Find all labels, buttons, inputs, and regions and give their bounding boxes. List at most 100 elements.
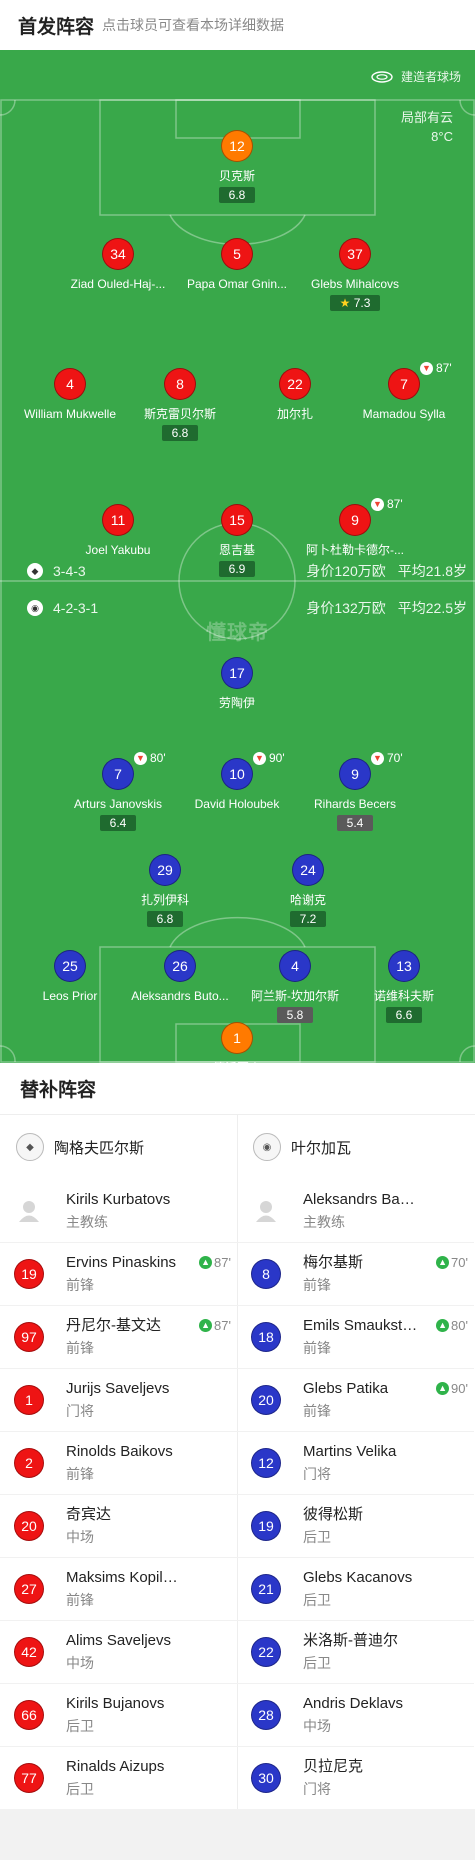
away-player-4[interactable]: 9 ▼ 70' Rihards Becers 5.4	[295, 751, 415, 832]
away-coach-row[interactable]: Aleksandrs Basovs 主教练	[237, 1179, 474, 1242]
away-player-11[interactable]: 1德沃夏克6.6	[177, 1022, 297, 1063]
sub-name: Martins Velika	[303, 1443, 397, 1460]
away-sub-row[interactable]: 12 Martins Velika 门将	[237, 1431, 474, 1494]
sub-position: 门将	[66, 1403, 94, 1419]
player-number-badge: 37	[339, 238, 371, 270]
away-sub-row[interactable]: 19 彼得松斯 后卫	[237, 1494, 474, 1557]
away-subs-team[interactable]: ◉ 叶尔加瓦	[237, 1115, 474, 1179]
player-rating-value: 6.6	[395, 1008, 413, 1022]
home-player-1[interactable]: 12 贝克斯 6.8	[177, 130, 297, 204]
home-sub-row[interactable]: 20 奇宾达 中场	[0, 1494, 237, 1557]
away-player-8[interactable]: 26 Aleksandrs Buto...	[120, 950, 240, 1004]
sub-name: 彼得松斯	[303, 1506, 364, 1523]
home-sub-row[interactable]: 1 Jurijs Saveljevs 门将	[0, 1368, 237, 1431]
player-rating-value: 6.4	[109, 816, 127, 830]
home-player-2[interactable]: 34 Ziad Ouled-Haj-...	[58, 238, 178, 292]
sub-info: Jurijs Saveljevs 门将	[66, 1379, 181, 1421]
home-player-11[interactable]: 9 ▼ 87' 阿卜杜勒卡德尔-...	[295, 497, 415, 558]
away-formation: 4-2-3-1	[53, 600, 99, 616]
home-sub-row[interactable]: 66 Kirils Bujanovs 后卫	[0, 1683, 237, 1746]
home-sub-row[interactable]: 97 丹尼尔-基文达 前锋 ▲ 87'	[0, 1305, 237, 1368]
player-rating-value: 6.8	[171, 426, 189, 440]
home-player-9[interactable]: 11 Joel Yakubu	[58, 504, 178, 558]
home-player-7[interactable]: 22 加尔扎	[235, 368, 355, 422]
away-sub-row[interactable]: 28 Andris Deklavs 中场	[237, 1683, 474, 1746]
lineup-header: 首发阵容 点击球员可查看本场详细数据	[0, 0, 475, 50]
sub-name: Glebs Patika	[303, 1380, 389, 1397]
player-name: Ziad Ouled-Haj-...	[70, 277, 166, 291]
sub-position: 中场	[66, 1529, 94, 1545]
away-sub-row[interactable]: 22 米洛斯-普迪尔 后卫	[237, 1620, 474, 1683]
home-player-4[interactable]: 37 Glebs Mihalcovs ★ 7.3	[295, 238, 415, 312]
sub-name: 丹尼尔-基文达	[66, 1317, 161, 1334]
home-player-5[interactable]: 4 William Mukwelle	[10, 368, 130, 422]
home-crest-icon: ◆	[16, 1133, 44, 1161]
sub-out-minute: 70'	[387, 751, 403, 765]
home-formation: 3-4-3	[53, 563, 86, 579]
home-sub-row[interactable]: 19 Ervins Pinaskins 前锋 ▲ 87'	[0, 1242, 237, 1305]
sub-position: 前锋	[303, 1403, 331, 1419]
player-name: David Holoubek	[194, 797, 280, 811]
away-sub-row[interactable]: 18 Emils Smaukstelis 前锋 ▲ 80'	[237, 1305, 474, 1368]
home-subs-team[interactable]: ◆ 陶格夫匹尔斯	[0, 1115, 237, 1179]
player-name: 扎列伊科	[140, 893, 189, 907]
home-player-6[interactable]: 8 斯克雷贝尔斯 6.8	[120, 368, 240, 442]
home-coach-row[interactable]: Kirils Kurbatovs 主教练	[0, 1179, 237, 1242]
sub-in-minute: 90'	[451, 1381, 468, 1396]
coach-role: 主教练	[66, 1213, 108, 1230]
away-sub-row[interactable]: 30 贝拉尼克 门将	[237, 1746, 474, 1809]
bottom-padding	[0, 1809, 475, 1860]
sub-name: Alims Saveljevs	[66, 1632, 172, 1649]
player-name: 诺维科夫斯	[373, 989, 434, 1003]
player-number-badge: 11	[102, 504, 134, 536]
player-number-badge: 25	[54, 950, 86, 982]
stadium-info: 建造者球场	[371, 68, 461, 85]
player-name: Mamadou Sylla	[362, 407, 446, 421]
stadium-icon	[371, 70, 393, 83]
sub-name: Glebs Kacanovs	[303, 1569, 413, 1586]
home-player-8[interactable]: 7 ▼ 87' Mamadou Sylla	[344, 361, 464, 422]
sub-number-badge: 2	[14, 1448, 44, 1478]
sub-info: 丹尼尔-基文达 前锋	[66, 1316, 181, 1358]
sub-info: Kirils Bujanovs 后卫	[66, 1694, 181, 1736]
watermark-logo: 懂球帝	[206, 622, 269, 644]
player-number-badge: 24	[292, 854, 324, 886]
player-name: 阿兰斯-坎加尔斯	[251, 989, 339, 1003]
sub-position: 中场	[303, 1718, 331, 1734]
home-player-3[interactable]: 5 Papa Omar Gnin...	[177, 238, 297, 292]
sub-info: Rinolds Baikovs 前锋	[66, 1442, 181, 1484]
player-rating-value: 7.3	[353, 296, 371, 310]
away-player-2[interactable]: 7 ▼ 80' Arturs Janovskis 6.4	[58, 751, 178, 832]
away-player-9[interactable]: 4 阿兰斯-坎加尔斯 5.8	[235, 950, 355, 1024]
sub-position: 后卫	[66, 1781, 94, 1797]
sub-out-arrow-icon: ▼	[420, 361, 433, 375]
sub-position: 前锋	[66, 1466, 94, 1482]
away-player-10[interactable]: 13 诺维科夫斯 6.6	[344, 950, 464, 1024]
substitutes: ◆ 陶格夫匹尔斯 Kirils Kurbatovs 主教练 19 Ervins Pin…	[0, 1115, 475, 1809]
sub-position: 前锋	[66, 1340, 94, 1356]
home-player-10[interactable]: 15 恩吉基 6.9	[177, 504, 297, 578]
away-player-6[interactable]: 24 哈谢克 7.2	[248, 854, 368, 928]
away-subs-team-name: 叶尔加瓦	[291, 1139, 352, 1157]
away-sub-row[interactable]: 8 梅尔基斯 前锋 ▲ 70'	[237, 1242, 474, 1305]
home-sub-row[interactable]: 2 Rinolds Baikovs 前锋	[0, 1431, 237, 1494]
home-sub-row[interactable]: 27 Maksims Kopilovs 前锋	[0, 1557, 237, 1620]
sub-name: 贝拉尼克	[303, 1758, 364, 1775]
sub-name: 奇宾达	[66, 1506, 112, 1523]
away-player-5[interactable]: 29 扎列伊科 6.8	[105, 854, 225, 928]
home-sub-row[interactable]: 42 Alims Saveljevs 中场	[0, 1620, 237, 1683]
sub-name: Ervins Pinaskins	[66, 1254, 177, 1271]
stadium-name: 建造者球场	[400, 70, 461, 84]
away-player-7[interactable]: 25 Leos Prior	[10, 950, 130, 1004]
home-sub-row[interactable]: 77 Rinalds Aizups 后卫	[0, 1746, 237, 1809]
away-player-3[interactable]: 10 ▼ 90' David Holoubek	[177, 751, 297, 812]
player-name: 加尔扎	[276, 407, 313, 421]
sub-in-arrow-icon: ▲	[199, 1319, 213, 1332]
coach-name: Aleksandrs Basovs	[303, 1190, 418, 1208]
away-sub-row[interactable]: 21 Glebs Kacanovs 后卫	[237, 1557, 474, 1620]
sub-out-indicator: ▼ 70'	[371, 751, 403, 765]
away-player-1[interactable]: 17 劳陶伊	[177, 657, 297, 711]
sub-info: Andris Deklavs 中场	[303, 1694, 418, 1736]
away-sub-row[interactable]: 20 Glebs Patika 前锋 ▲ 90'	[237, 1368, 474, 1431]
home-subs-team-name: 陶格夫匹尔斯	[54, 1139, 145, 1157]
